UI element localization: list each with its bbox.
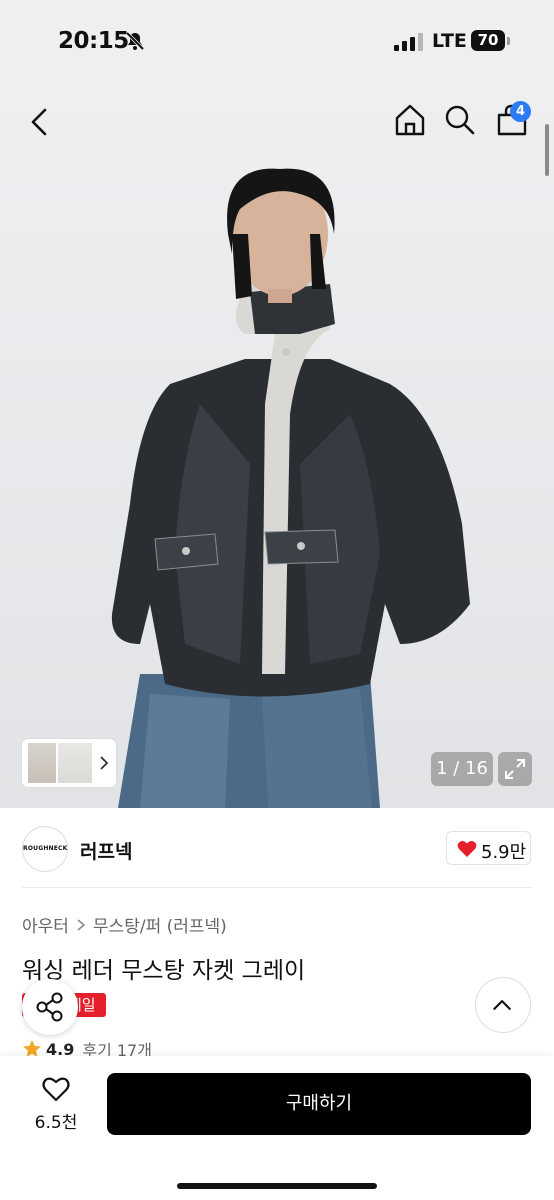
buy-button[interactable]: 구매하기 [107,1073,531,1135]
thumbnail-image[interactable] [58,743,92,783]
expand-button[interactable] [498,752,532,786]
network-label: LTE [432,30,467,52]
heart-outline-icon[interactable] [42,1076,70,1102]
cart-count-badge: 4 [510,101,531,122]
bell-muted-icon [125,31,145,51]
thumbnail-image[interactable] [28,743,56,783]
search-icon[interactable] [442,102,478,138]
scroll-top-button[interactable] [475,977,531,1033]
back-icon[interactable] [22,104,58,140]
battery-icon: 70 [471,30,505,51]
scrollbar[interactable] [545,124,549,176]
status-bar: 20:15 LTE 70 [0,0,554,84]
breadcrumb-item[interactable]: 아우터 [22,912,69,937]
share-icon [36,992,63,1022]
brand-name[interactable]: 러프넥 [80,837,132,864]
heart-icon [457,841,477,857]
status-time: 20:15 [58,28,129,54]
expand-icon [505,759,525,779]
share-button[interactable] [22,979,78,1035]
chevron-right-icon [77,918,86,931]
signal-icon [394,33,423,51]
brand-logo[interactable]: ROUGHNECK [22,826,68,872]
breadcrumb-item[interactable]: 무스탕/퍼 (러프넥) [93,912,227,937]
chevron-up-icon [493,1000,511,1010]
product-photo [111,168,470,808]
image-counter: 1 / 16 [431,752,493,786]
chevron-right-icon [100,756,109,770]
like-button[interactable]: 5.9만 [446,831,531,865]
product-image-gallery[interactable]: 4 1 / 16 [0,84,554,808]
thumbnail-strip[interactable] [22,739,116,787]
wish-count: 6.5천 [34,1113,78,1133]
divider [22,887,532,888]
like-count: 5.9만 [481,842,527,863]
home-icon[interactable] [392,102,428,138]
breadcrumb: 아우터 무스탕/퍼 (러프넥) [22,912,227,937]
home-indicator [177,1183,377,1189]
bottom-action-bar: 6.5천 구매하기 [0,1056,554,1200]
battery-nub [507,37,510,45]
